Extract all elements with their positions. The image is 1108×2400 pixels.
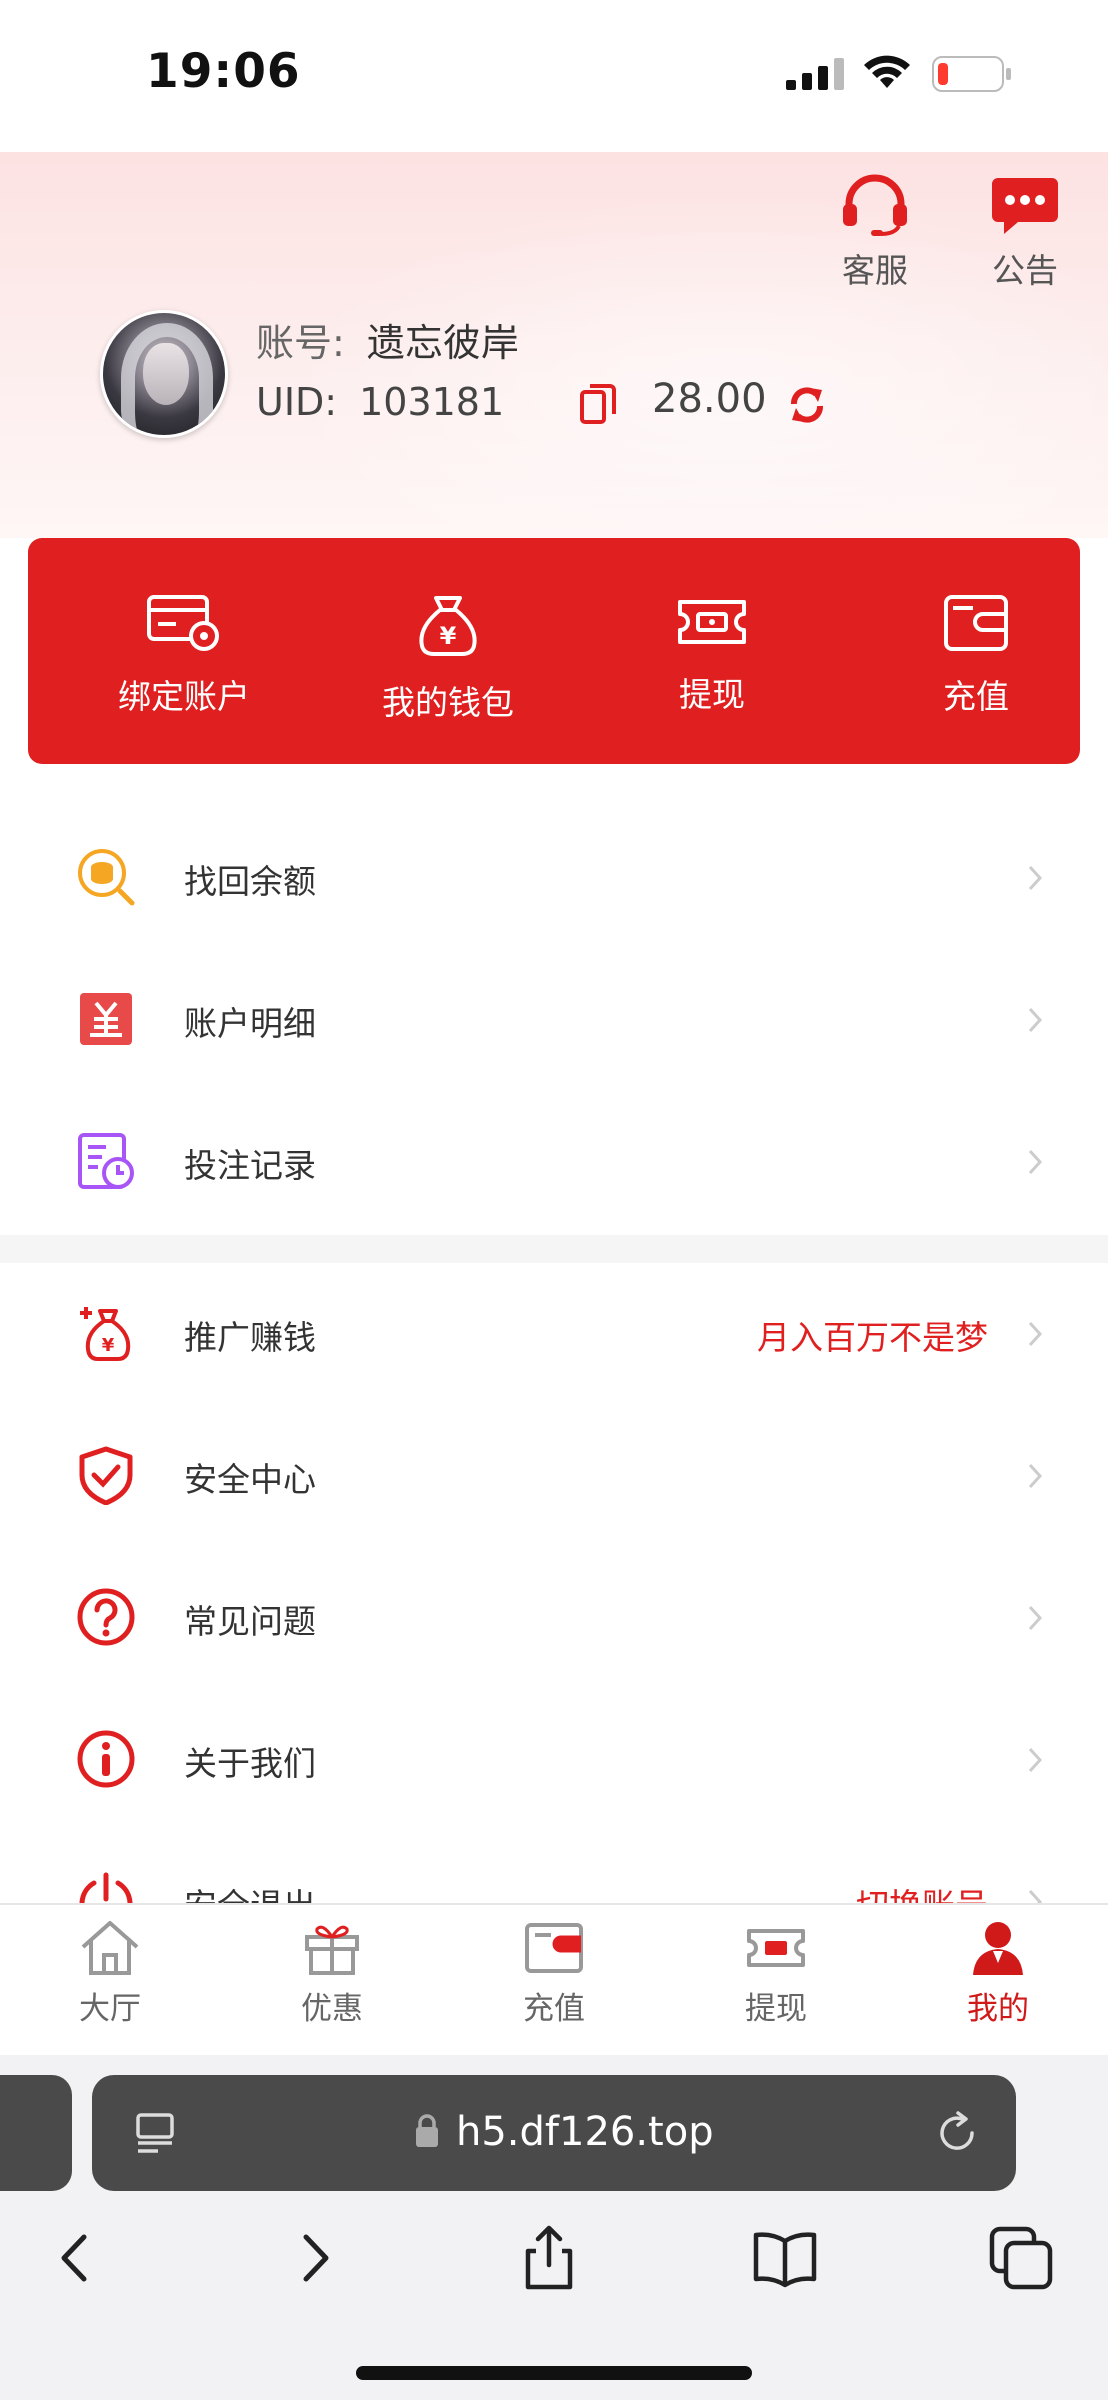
tab-recharge[interactable]: 充值 (494, 1919, 614, 2028)
menu-item-security-center[interactable]: 安全中心 (0, 1405, 1108, 1547)
coin-search-icon (78, 849, 135, 906)
avatar-face (143, 343, 189, 405)
bookmarks-icon[interactable] (750, 2223, 820, 2293)
battery-icon (932, 56, 1011, 92)
menu-label-promote-earn: 推广赚钱 (184, 1318, 316, 1357)
headset-icon (843, 174, 907, 236)
ticket-icon (678, 600, 746, 644)
back-icon[interactable] (40, 2223, 110, 2293)
copy-icon[interactable] (580, 384, 616, 424)
menu-item-promote-earn[interactable]: ¥ 推广赚钱 月入百万不是梦 (0, 1263, 1108, 1405)
menu-group-2: ¥ 推广赚钱 月入百万不是梦 安全中心 常见问题 关于我们 (0, 1263, 1108, 1973)
tab-lobby[interactable]: 大厅 (50, 1919, 170, 2028)
ticket-icon (747, 1929, 805, 1967)
chevron-right-icon (1028, 1321, 1042, 1347)
chevron-right-icon (1028, 1007, 1042, 1033)
menu-item-recover-balance[interactable]: 找回余额 (0, 807, 1108, 949)
bottom-tab-bar: 大厅 优惠 充值 提现 我的 (0, 1903, 1108, 2055)
notice-button[interactable]: 公告 (970, 174, 1080, 292)
chevron-right-icon (1028, 865, 1042, 891)
bind-account-button[interactable]: 绑定账户 (84, 594, 284, 718)
status-time: 19:06 (146, 44, 301, 99)
record-clock-icon (78, 1133, 134, 1189)
uid-value: 103181 (359, 380, 505, 424)
chevron-right-icon (1028, 1605, 1042, 1631)
uid-row: UID: 103181 (256, 380, 504, 424)
status-bar: 19:06 (0, 0, 1108, 152)
card-settings-icon (147, 595, 219, 651)
address-bar[interactable]: h5.df126.top (92, 2075, 1016, 2191)
wifi-icon (864, 55, 910, 88)
yen-document-icon (80, 993, 132, 1045)
recharge-label: 充值 (943, 677, 1009, 716)
url-text: h5.df126.top (456, 2109, 714, 2155)
menu-label-about-us: 关于我们 (184, 1744, 316, 1783)
tab-promotions-label: 优惠 (301, 1991, 363, 2027)
info-circle-icon (77, 1730, 135, 1788)
browser-chrome: h5.df126.top (0, 2055, 1108, 2400)
my-wallet-label: 我的钱包 (382, 683, 514, 722)
quick-action-bar: 绑定账户 ¥ 我的钱包 提现 充值 (28, 538, 1080, 764)
wallet-icon (525, 1923, 583, 1973)
menu-label-recover-balance: 找回余额 (184, 862, 316, 901)
tab-mine[interactable]: 我的 (938, 1919, 1058, 2028)
avatar[interactable] (100, 310, 228, 438)
svg-text:¥: ¥ (102, 1335, 115, 1356)
refresh-icon[interactable] (786, 384, 828, 426)
tab-mine-label: 我的 (967, 1991, 1029, 2027)
lock-icon (416, 2114, 438, 2147)
account-value: 遗忘彼岸 (366, 321, 519, 365)
tab-recharge-label: 充值 (523, 1991, 585, 2027)
menu-item-bet-records[interactable]: 投注记录 (0, 1091, 1108, 1233)
svg-text:¥: ¥ (440, 622, 457, 650)
tab-withdraw-label: 提现 (745, 1991, 807, 2027)
tabs-icon[interactable] (986, 2223, 1056, 2293)
menu-group-1: 找回余额 账户明细 投注记录 (0, 807, 1108, 1233)
account-row: 账号: 遗忘彼岸 (256, 312, 519, 367)
withdraw-label: 提现 (679, 675, 745, 714)
chevron-right-icon (1028, 1463, 1042, 1489)
tab-withdraw[interactable]: 提现 (716, 1919, 836, 2028)
wallet-icon (944, 595, 1008, 651)
profile-header: 客服 公告 账号: 遗忘彼岸 UID: 103181 28.00 (0, 152, 1108, 538)
previous-tab-stub[interactable] (0, 2075, 72, 2191)
tab-lobby-label: 大厅 (79, 1991, 141, 2027)
section-divider (0, 1235, 1108, 1263)
chat-bubble-icon (992, 178, 1058, 234)
chevron-right-icon (1028, 1747, 1042, 1773)
signal-icon (786, 58, 844, 90)
home-indicator (356, 2366, 752, 2380)
menu-label-bet-records: 投注记录 (184, 1146, 316, 1185)
home-icon (81, 1921, 139, 1975)
menu-item-account-details[interactable]: 账户明细 (0, 949, 1108, 1091)
chevron-right-icon (1028, 1149, 1042, 1175)
forward-icon[interactable] (280, 2223, 350, 2293)
menu-item-faq[interactable]: 常见问题 (0, 1547, 1108, 1689)
withdraw-button[interactable]: 提现 (612, 594, 812, 716)
uid-key: UID: (256, 380, 338, 424)
share-icon[interactable] (514, 2223, 584, 2293)
customer-service-button[interactable]: 客服 (820, 174, 930, 292)
bind-account-label: 绑定账户 (118, 677, 250, 716)
person-icon (973, 1922, 1023, 1975)
question-circle-icon (77, 1588, 135, 1646)
menu-item-about-us[interactable]: 关于我们 (0, 1689, 1108, 1831)
menu-label-faq: 常见问题 (184, 1602, 316, 1641)
gift-icon (305, 1925, 359, 1975)
my-wallet-button[interactable]: ¥ 我的钱包 (348, 594, 548, 724)
notice-label: 公告 (992, 251, 1058, 290)
money-bag-icon: ¥ (419, 596, 477, 656)
shield-check-icon (79, 1446, 133, 1505)
recharge-button[interactable]: 充值 (876, 594, 1076, 718)
balance-value: 28.00 (652, 376, 767, 422)
customer-service-label: 客服 (842, 251, 908, 290)
reader-mode-icon[interactable] (134, 2111, 176, 2155)
menu-label-account-details: 账户明细 (184, 1004, 316, 1043)
menu-label-security-center: 安全中心 (184, 1460, 316, 1499)
tab-promotions[interactable]: 优惠 (272, 1919, 392, 2028)
promote-slogan: 月入百万不是梦 (757, 1318, 988, 1357)
account-key: 账号: (256, 321, 345, 365)
money-bag-plus-icon: ¥ (80, 1307, 131, 1361)
reload-icon[interactable] (934, 2109, 980, 2155)
